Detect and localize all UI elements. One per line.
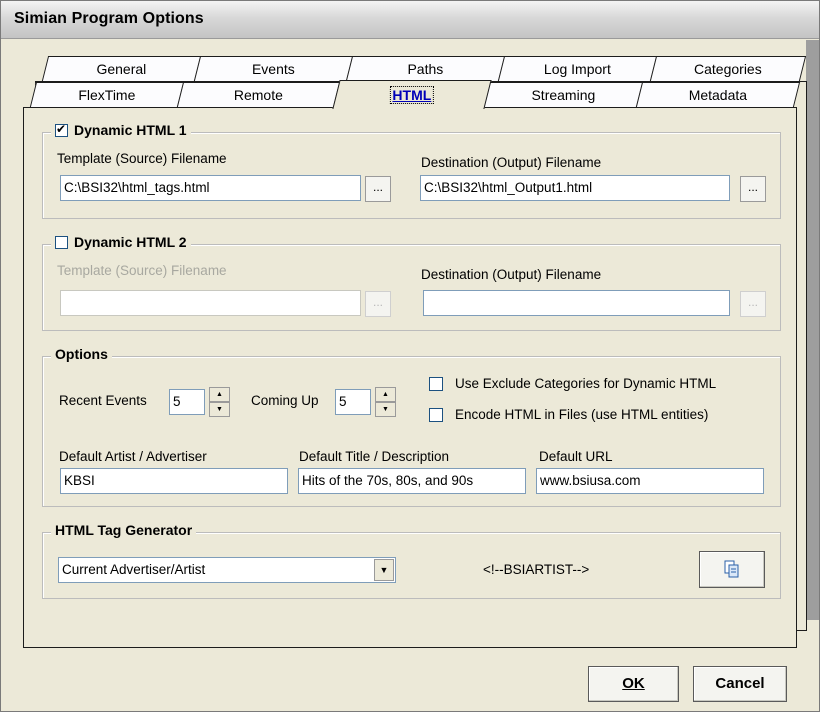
- dyn2-dest-browse-button[interactable]: ...: [740, 291, 766, 317]
- tab-label: Log Import: [543, 61, 611, 77]
- html-tab-page: Dynamic HTML 1 Template (Source) Filenam…: [23, 107, 797, 648]
- options-legend: Options: [51, 346, 112, 362]
- tab-label: Metadata: [688, 87, 748, 103]
- dyn2-template-browse-button: ...: [365, 291, 391, 317]
- dyn1-template-input[interactable]: C:\BSI32\html_tags.html: [60, 175, 361, 201]
- dynamic-html-1-group: Dynamic HTML 1 Template (Source) Filenam…: [42, 122, 781, 219]
- tab-html[interactable]: HTML: [332, 80, 492, 109]
- dynamic-html-1-checkbox[interactable]: [55, 122, 68, 137]
- options-dialog: Simian Program Options General Events Pa…: [0, 0, 820, 712]
- tab-label: Categories: [694, 61, 762, 77]
- tab-events[interactable]: Events: [193, 56, 354, 81]
- default-artist-input[interactable]: KBSI: [60, 468, 288, 494]
- coming-up-input[interactable]: 5: [335, 389, 371, 415]
- dropdown-arrow-icon[interactable]: ▼: [374, 559, 394, 581]
- default-title-input[interactable]: Hits of the 70s, 80s, and 90s: [298, 468, 526, 494]
- cancel-button[interactable]: Cancel: [693, 666, 787, 702]
- tab-log-import[interactable]: Log Import: [497, 56, 658, 81]
- tab-categories[interactable]: Categories: [649, 56, 807, 81]
- dynamic-html-2-group: Dynamic HTML 2 Template (Source) Filenam…: [42, 234, 781, 331]
- recent-events-input[interactable]: 5: [169, 389, 205, 415]
- exclude-categories-label: Use Exclude Categories for Dynamic HTML: [455, 376, 717, 391]
- tab-label-wrap: HTML: [337, 81, 487, 109]
- tag-type-selected-value: Current Advertiser/Artist: [62, 562, 206, 577]
- default-url-input[interactable]: www.bsiusa.com: [536, 468, 764, 494]
- recent-events-spinner[interactable]: ▲ ▼: [209, 387, 230, 417]
- tab-streaming[interactable]: Streaming: [483, 82, 644, 107]
- tab-label: General: [96, 61, 147, 77]
- options-group: Options Recent Events 5 ▲ ▼ Coming Up 5 …: [42, 346, 781, 507]
- tab-flextime[interactable]: FlexTime: [29, 82, 185, 107]
- tab-label: Streaming: [531, 87, 596, 103]
- options-legend-text: Options: [55, 346, 108, 362]
- cancel-label: Cancel: [715, 675, 765, 692]
- tab-general[interactable]: General: [41, 56, 202, 81]
- coming-up-spinner[interactable]: ▲ ▼: [375, 387, 396, 417]
- spin-down-icon[interactable]: ▼: [375, 402, 396, 417]
- tab-row-2: FlexTime Remote HTML Streaming Metadata: [29, 80, 801, 109]
- tab-label: FlexTime: [78, 87, 136, 103]
- dyn2-dest-label: Destination (Output) Filename: [421, 267, 602, 282]
- tag-generator-legend: HTML Tag Generator: [51, 522, 197, 538]
- checkbox-box[interactable]: [429, 376, 443, 391]
- dyn2-dest-input[interactable]: [423, 290, 730, 316]
- generated-tag-text: <!--BSIARTIST-->: [483, 562, 590, 577]
- tab-label: Events: [251, 61, 295, 77]
- dyn1-dest-browse-button[interactable]: ...: [740, 176, 766, 202]
- tag-generator-group: HTML Tag Generator Current Advertiser/Ar…: [42, 522, 781, 599]
- dyn1-dest-input[interactable]: C:\BSI32\html_Output1.html: [420, 175, 730, 201]
- encode-html-label: Encode HTML in Files (use HTML entities): [455, 407, 709, 422]
- window-side-shadow: [806, 40, 819, 620]
- spin-down-icon[interactable]: ▼: [209, 402, 230, 417]
- tab-metadata[interactable]: Metadata: [635, 82, 801, 107]
- dynamic-html-2-legend: Dynamic HTML 2: [51, 234, 191, 250]
- default-title-label: Default Title / Description: [299, 449, 450, 464]
- spin-up-icon[interactable]: ▲: [375, 387, 396, 402]
- dynamic-html-1-legend: Dynamic HTML 1: [51, 122, 191, 138]
- ok-label: OK: [622, 675, 645, 692]
- dynamic-html-2-checkbox[interactable]: [55, 235, 68, 249]
- dyn2-template-label: Template (Source) Filename: [57, 263, 227, 278]
- encode-html-checkbox[interactable]: Encode HTML in Files (use HTML entities): [429, 407, 708, 422]
- tag-generator-legend-text: HTML Tag Generator: [55, 522, 193, 538]
- window-title: Simian Program Options: [14, 10, 204, 27]
- default-artist-label: Default Artist / Advertiser: [59, 449, 207, 464]
- copy-icon: [724, 560, 739, 578]
- exclude-categories-checkbox[interactable]: Use Exclude Categories for Dynamic HTML: [429, 376, 716, 391]
- tab-paths[interactable]: Paths: [345, 56, 506, 81]
- copy-tag-button[interactable]: [699, 551, 765, 588]
- tab-row-1: General Events Paths Log Import Categori…: [41, 56, 807, 81]
- recent-events-label: Recent Events: [59, 393, 147, 408]
- tab-label: HTML: [389, 86, 435, 104]
- tag-type-select[interactable]: Current Advertiser/Artist ▼: [58, 557, 396, 583]
- dyn1-template-browse-button[interactable]: ...: [365, 176, 391, 202]
- dyn2-template-input: [60, 290, 361, 316]
- dyn1-dest-label: Destination (Output) Filename: [421, 155, 602, 170]
- dynamic-html-2-label: Dynamic HTML 2: [74, 234, 187, 250]
- spin-up-icon[interactable]: ▲: [209, 387, 230, 402]
- ok-button[interactable]: OK: [588, 666, 679, 702]
- tab-label: Paths: [407, 61, 444, 77]
- tab-remote[interactable]: Remote: [176, 82, 341, 107]
- coming-up-label: Coming Up: [251, 393, 319, 408]
- dynamic-html-1-label: Dynamic HTML 1: [74, 122, 187, 138]
- title-bar[interactable]: Simian Program Options: [1, 1, 819, 39]
- dyn1-template-label: Template (Source) Filename: [57, 151, 227, 166]
- tab-label: Remote: [233, 87, 283, 103]
- checkbox-box[interactable]: [429, 407, 443, 422]
- default-url-label: Default URL: [539, 449, 613, 464]
